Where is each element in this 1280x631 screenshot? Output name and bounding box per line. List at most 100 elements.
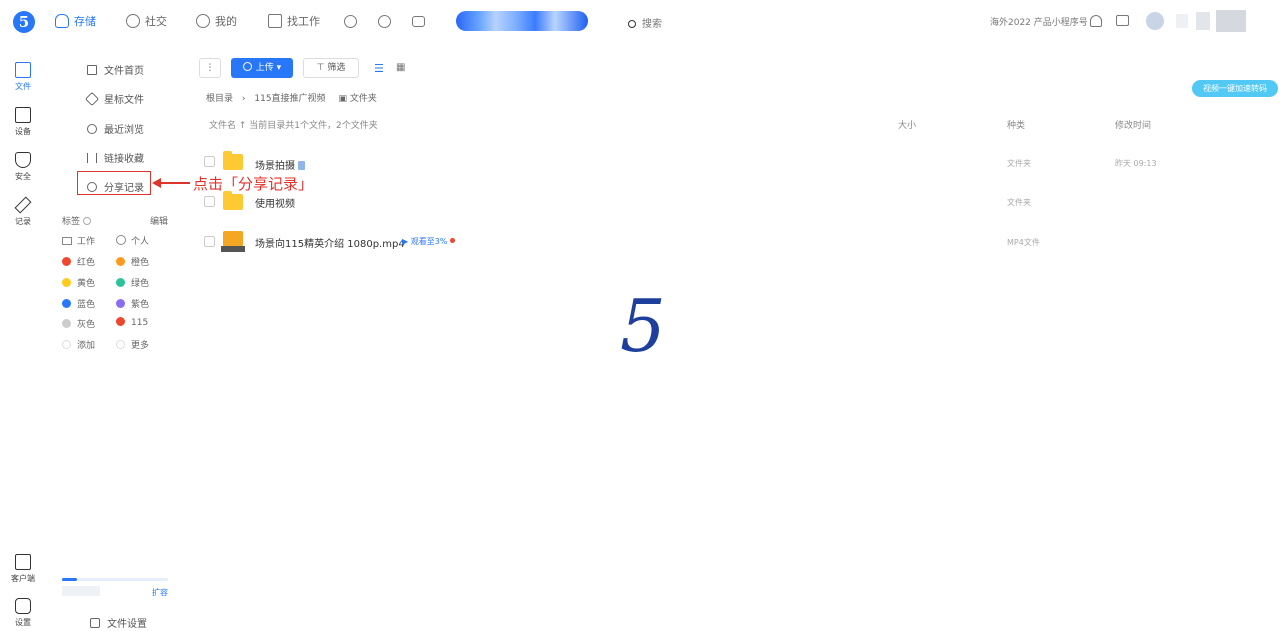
share-record-highlight-box: [77, 171, 151, 195]
blurred-username-2: [1196, 12, 1210, 30]
nav-social[interactable]: 社交: [126, 14, 167, 30]
history-icon: [87, 124, 97, 134]
sidebar-item-home[interactable]: 文件首页: [87, 62, 144, 77]
star-icon: [84, 91, 100, 107]
upload-button[interactable]: 上传 ▾: [231, 58, 293, 78]
table-summary[interactable]: 文件名 ↑ 当前目录共1个文件，2个文件夹: [209, 118, 378, 131]
rail-security[interactable]: 安全: [3, 152, 43, 182]
tag-red[interactable]: 红色: [62, 255, 95, 268]
blurred-badge: [1216, 10, 1246, 32]
clock-icon: [126, 14, 140, 28]
tag-purple[interactable]: 紫色: [116, 297, 149, 310]
more-icon[interactable]: [344, 15, 357, 28]
tag-add[interactable]: 添加: [62, 338, 95, 351]
folder-mini-icon: ▣: [338, 94, 347, 104]
rail-client[interactable]: 客户端: [3, 554, 43, 584]
tag-personal[interactable]: 个人: [116, 234, 149, 247]
account-info[interactable]: 海外2022 产品小程序号: [990, 15, 1088, 28]
more-actions-button[interactable]: ⋮: [199, 58, 221, 78]
upload-cloud-icon: [242, 62, 252, 71]
monitor-icon[interactable]: [1116, 15, 1129, 26]
blue-dot-icon: [62, 299, 71, 308]
cloud-sync-icon: [298, 161, 306, 170]
tag-work[interactable]: 工作: [62, 234, 95, 247]
breadcrumb-root[interactable]: 根目录: [206, 94, 233, 104]
brand-watermark-logo: 5: [620, 284, 666, 368]
tag-yellow[interactable]: 黄色: [62, 276, 95, 289]
file-type: 文件夹: [1007, 159, 1031, 168]
sidebar-item-starred[interactable]: 星标文件: [84, 91, 144, 107]
file-type: MP4文件: [1007, 238, 1040, 247]
file-name[interactable]: 场景向115精英介绍 1080p.mp4: [255, 235, 405, 250]
link-icon: [87, 153, 97, 163]
storage-upgrade-link[interactable]: 扩容: [152, 587, 168, 598]
app-logo[interactable]: 5: [13, 11, 35, 33]
storage-bar-fill: [62, 578, 77, 581]
rail-records[interactable]: 记录: [3, 196, 43, 227]
folder-icon: [223, 151, 243, 170]
sidebar-item-recent[interactable]: 最近浏览: [87, 121, 144, 136]
rail-files[interactable]: 文件: [3, 62, 43, 92]
add-tag-icon: [62, 340, 71, 349]
tags-header: 标签: [62, 214, 91, 227]
filter-button[interactable]: ⊤ 筛选: [303, 58, 359, 78]
promo-banner[interactable]: [456, 11, 588, 31]
orange-dot-icon: [116, 257, 125, 266]
storage-text-blurred: [62, 586, 100, 596]
help-icon[interactable]: [378, 15, 391, 28]
rail-settings[interactable]: 设置: [3, 598, 43, 628]
headset-icon[interactable]: [1090, 15, 1102, 27]
client-icon: [15, 554, 31, 570]
list-view-icon[interactable]: ☰: [374, 62, 384, 75]
file-name[interactable]: 使用视频: [255, 195, 295, 210]
new-dot-icon: [449, 238, 455, 243]
row-checkbox[interactable]: [204, 196, 215, 207]
red-dot-icon: [62, 257, 71, 266]
sidebar-item-links[interactable]: 链接收藏: [87, 150, 144, 165]
tag-more[interactable]: 更多: [116, 338, 149, 351]
annotation-arrow-head-icon: [152, 178, 161, 188]
column-modified[interactable]: 修改时间: [1115, 118, 1151, 131]
file-name[interactable]: 场景拍摄: [255, 157, 306, 172]
search-button[interactable]: 搜索: [628, 15, 662, 30]
yellow-dot-icon: [62, 278, 71, 287]
chevron-down-icon: ▾: [276, 63, 282, 73]
rail-devices[interactable]: 设备: [3, 107, 43, 137]
tag-gray[interactable]: 灰色: [62, 317, 95, 330]
row-checkbox[interactable]: [204, 156, 215, 167]
tag-orange[interactable]: 橙色: [116, 255, 149, 268]
115-dot-icon: [116, 317, 125, 326]
settings-icon: [15, 598, 31, 614]
breadcrumb-current[interactable]: 115直接推广视频: [254, 94, 325, 104]
document-icon: [87, 65, 97, 75]
grid-view-icon[interactable]: ▦: [396, 62, 405, 73]
breadcrumb-folder[interactable]: 文件夹: [350, 94, 377, 104]
purple-dot-icon: [116, 299, 125, 308]
tag-blue[interactable]: 蓝色: [62, 297, 95, 310]
settings-grid-icon: [90, 618, 100, 628]
search-icon: [628, 20, 636, 28]
cloud-icon: [55, 14, 69, 28]
avatar[interactable]: [1146, 12, 1164, 30]
nav-jobs[interactable]: 找工作: [268, 14, 320, 30]
user-tag-icon: [116, 235, 126, 245]
tags-edit-button[interactable]: 编辑: [150, 214, 168, 227]
watch-progress[interactable]: ▶ 观看至3%: [402, 236, 455, 247]
nav-mine[interactable]: 我的: [196, 14, 237, 30]
column-type[interactable]: 种类: [1007, 118, 1025, 131]
file-type: 文件夹: [1007, 198, 1031, 207]
file-settings-button[interactable]: 文件设置: [90, 615, 147, 630]
row-checkbox[interactable]: [204, 236, 215, 247]
filter-icon: ⊤: [316, 63, 325, 73]
briefcase-icon: [268, 14, 282, 28]
edit-icon: [14, 196, 32, 214]
tag-115[interactable]: 115: [116, 317, 148, 328]
message-icon[interactable]: [412, 16, 425, 27]
green-dot-icon: [116, 278, 125, 287]
nav-storage[interactable]: 存储: [55, 14, 96, 30]
shield-icon: [15, 152, 31, 168]
video-transcode-button[interactable]: 视频一键加速转码: [1192, 80, 1278, 97]
tag-green[interactable]: 绿色: [116, 276, 149, 289]
column-size[interactable]: 大小: [898, 118, 916, 131]
play-icon: ▶: [402, 237, 409, 246]
